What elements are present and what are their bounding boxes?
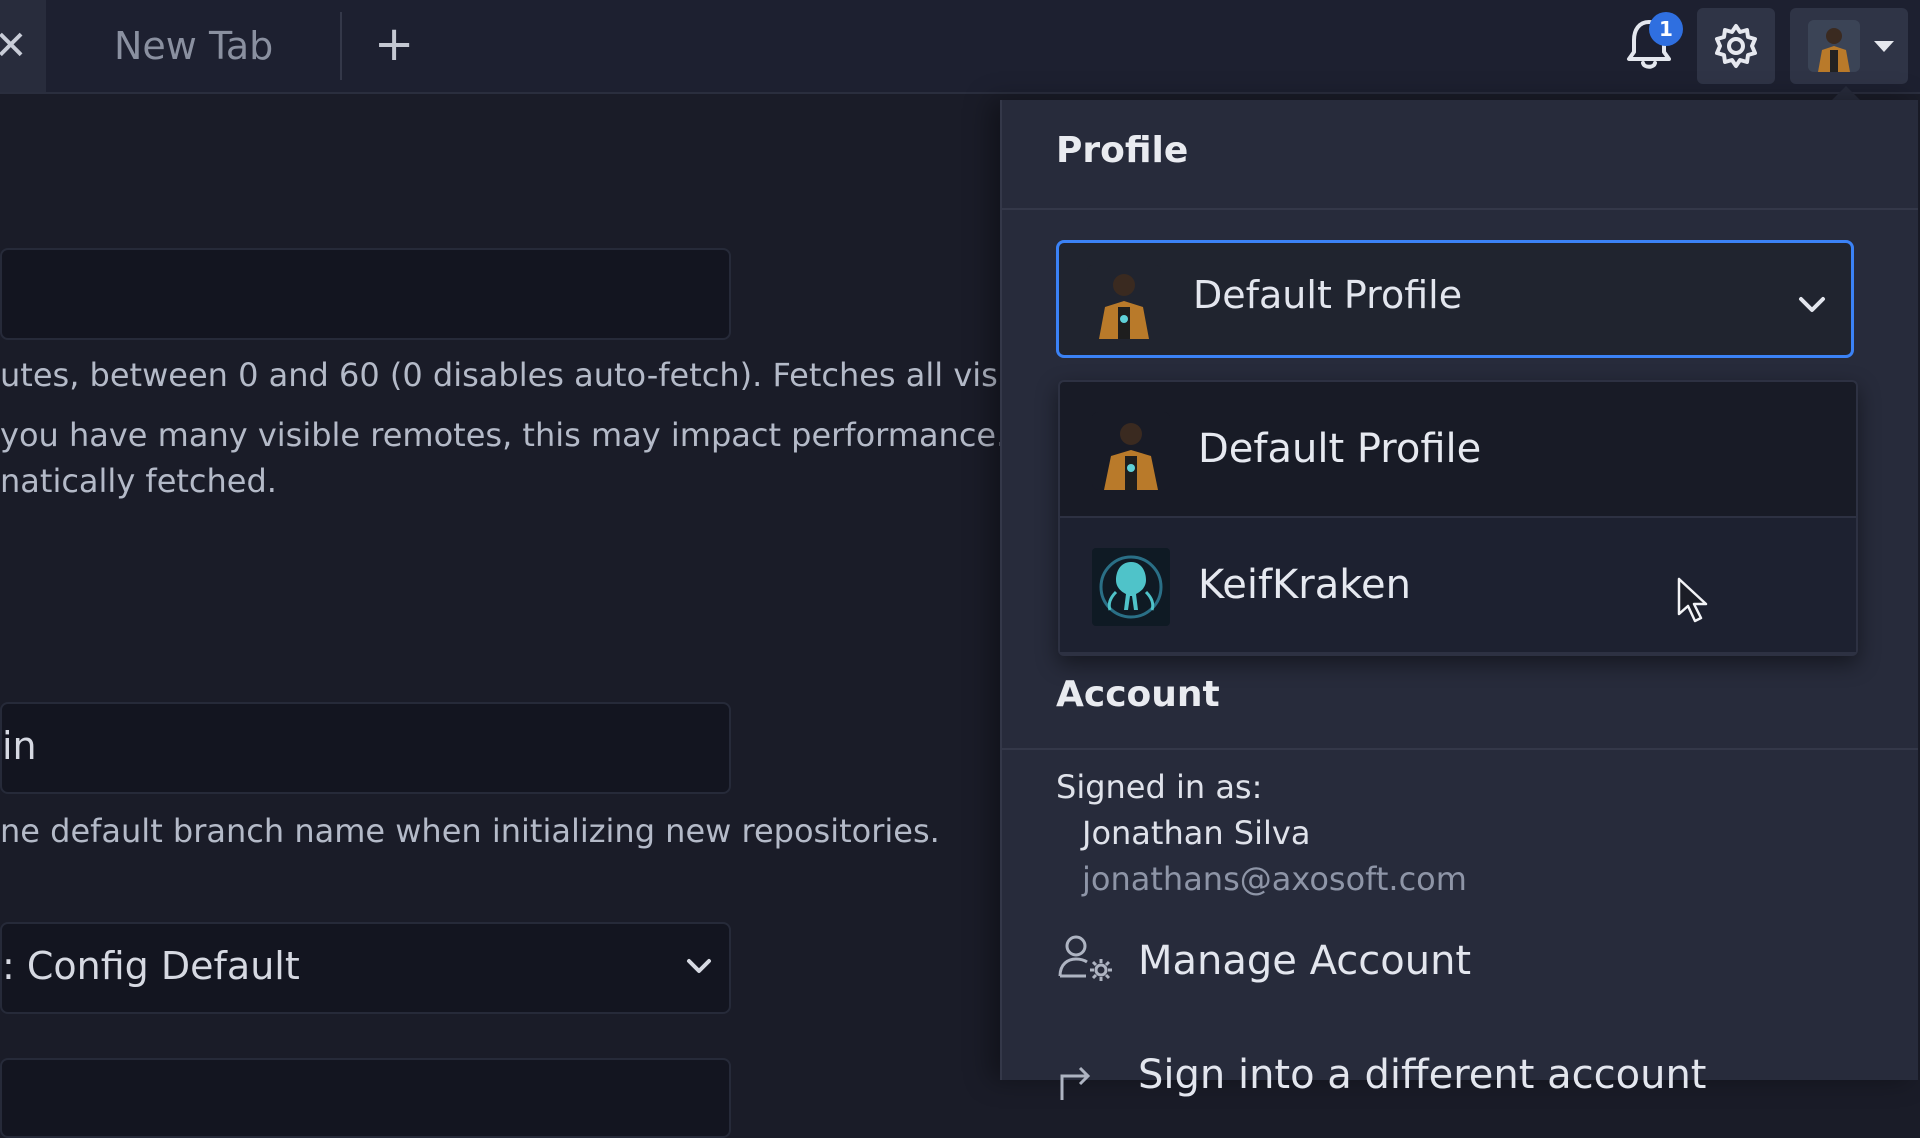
chevron-down-icon <box>1799 297 1825 312</box>
divider <box>1002 748 1918 750</box>
selected-profile-label: Default Profile <box>1193 273 1463 317</box>
kraken-avatar <box>1092 548 1170 626</box>
avatar <box>1808 20 1860 72</box>
profile-menu-button[interactable] <box>1790 8 1908 84</box>
notification-badge: 1 <box>1649 12 1683 46</box>
auto-fetch-help-text: you have many visible remotes, this may … <box>0 416 1073 454</box>
user-email: jonathans@axosoft.com <box>1082 860 1467 898</box>
settings-button[interactable] <box>1697 8 1775 84</box>
user-gear-icon <box>1058 935 1112 981</box>
default-branch-input[interactable]: in <box>0 702 731 794</box>
profile-panel: Profile Default Profile Default Profile … <box>1000 100 1918 1100</box>
config-select[interactable]: : Config Default <box>0 922 731 1014</box>
profile-select[interactable]: Default Profile <box>1056 240 1854 358</box>
profile-option-default[interactable]: Default Profile <box>1060 382 1856 518</box>
auto-fetch-help-text: natically fetched. <box>0 462 277 500</box>
avatar <box>1087 265 1161 339</box>
settings-input[interactable] <box>0 1058 731 1138</box>
profile-option-label: KeifKraken <box>1198 562 1411 608</box>
tab-new-tab[interactable]: New Tab <box>74 0 343 92</box>
tab-close-button[interactable]: ✕ <box>0 0 46 92</box>
mouse-cursor-icon <box>1677 577 1708 623</box>
default-branch-help-text: ne default branch name when initializing… <box>0 812 940 850</box>
account-title: Account <box>1056 674 1220 715</box>
switch-account-label: Sign into a different account <box>1138 1052 1707 1098</box>
tab-bar: ✕ New Tab + 1 <box>0 0 1920 94</box>
profile-option-keifkraken[interactable]: KeifKraken <box>1060 518 1856 654</box>
auto-fetch-help-text: utes, between 0 and 60 (0 disables auto-… <box>0 356 1056 394</box>
signed-in-label: Signed in as: <box>1056 768 1263 806</box>
config-select-value: : Config Default <box>2 944 300 988</box>
switch-account-icon <box>1060 1066 1091 1100</box>
plus-icon: + <box>374 16 415 72</box>
profile-dropdown-list: Default Profile KeifKraken <box>1058 380 1858 656</box>
manage-account-label: Manage Account <box>1138 938 1472 984</box>
add-tab-button[interactable]: + <box>374 16 414 72</box>
auto-fetch-interval-input[interactable] <box>0 248 731 340</box>
default-branch-value: in <box>2 724 37 768</box>
profile-title: Profile <box>1056 130 1189 171</box>
settings-content: utes, between 0 and 60 (0 disables auto-… <box>0 94 1072 1138</box>
close-icon: ✕ <box>0 23 28 69</box>
profile-option-label: Default Profile <box>1198 426 1482 472</box>
tab-label: New Tab <box>114 24 274 68</box>
avatar <box>1092 412 1170 490</box>
caret-down-icon <box>1874 40 1894 52</box>
user-name: Jonathan Silva <box>1082 814 1311 852</box>
chevron-down-icon <box>687 959 711 973</box>
tab-divider <box>340 12 342 80</box>
gear-icon <box>1715 24 1757 68</box>
divider <box>1002 208 1918 210</box>
